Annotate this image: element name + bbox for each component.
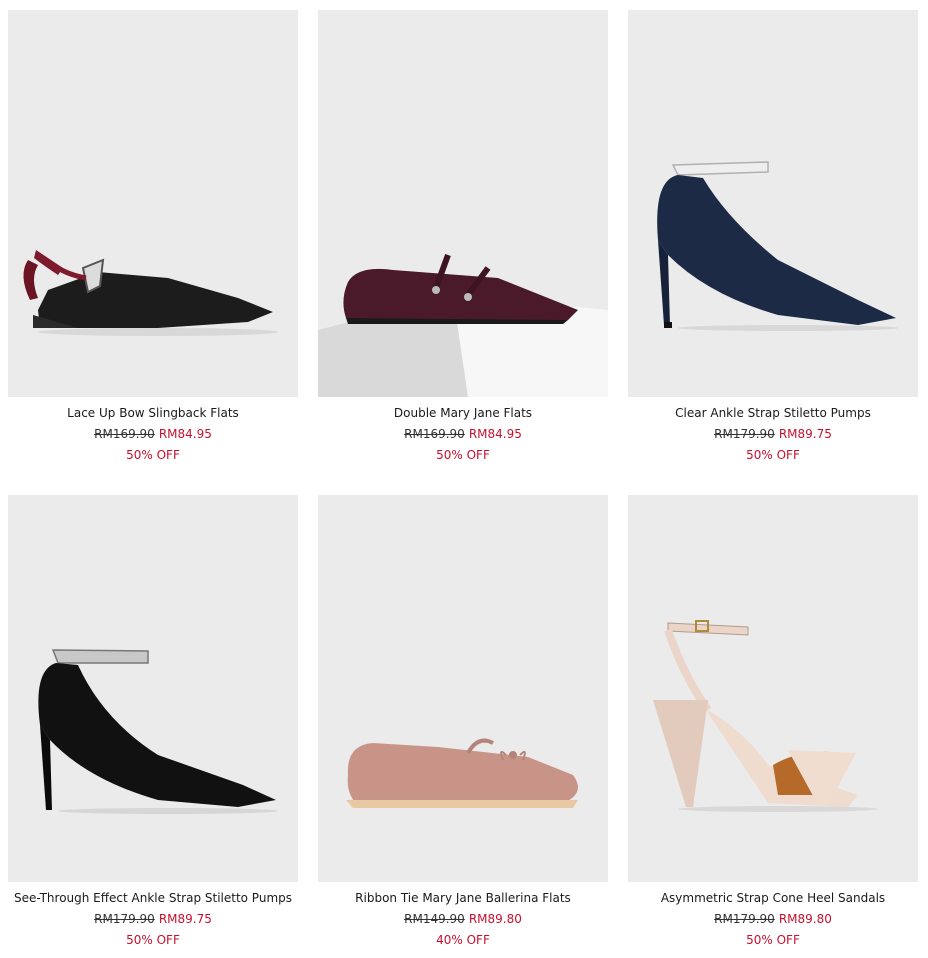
original-price: RM169.90: [404, 427, 465, 441]
discount-label: 40% OFF: [436, 933, 490, 947]
product-image[interactable]: [8, 10, 298, 397]
product-name[interactable]: Asymmetric Strap Cone Heel Sandals: [628, 891, 918, 905]
product-image[interactable]: [318, 10, 608, 397]
discount-label: 50% OFF: [436, 448, 490, 462]
sale-price: RM89.80: [468, 912, 522, 926]
discount-label: 50% OFF: [126, 933, 180, 947]
product-card[interactable]: Asymmetric Strap Cone Heel Sandals RM179…: [628, 495, 918, 947]
product-card[interactable]: Ribbon Tie Mary Jane Ballerina Flats RM1…: [318, 495, 608, 947]
sale-price: RM84.95: [158, 427, 212, 441]
product-card[interactable]: See-Through Effect Ankle Strap Stiletto …: [8, 495, 298, 947]
product-image[interactable]: [8, 495, 298, 882]
price-row: RM179.90 RM89.75: [8, 912, 298, 926]
ballerina-flat-icon: [346, 738, 578, 808]
product-image[interactable]: [628, 495, 918, 882]
product-image[interactable]: [318, 495, 608, 882]
price-row: RM179.90 RM89.75: [628, 427, 918, 441]
stiletto-pump-icon: [657, 161, 898, 331]
discount-label: 50% OFF: [126, 448, 180, 462]
sale-price: RM84.95: [468, 427, 522, 441]
price-row: RM169.90 RM84.95: [318, 427, 608, 441]
stiletto-pump-icon: [38, 649, 278, 814]
slingback-flat-icon: [23, 250, 278, 336]
product-name[interactable]: See-Through Effect Ankle Strap Stiletto …: [8, 891, 298, 905]
product-name[interactable]: Clear Ankle Strap Stiletto Pumps: [628, 406, 918, 420]
original-price: RM149.90: [404, 912, 465, 926]
discount-label: 50% OFF: [746, 933, 800, 947]
product-card[interactable]: Double Mary Jane Flats RM169.90 RM84.95 5…: [318, 10, 608, 462]
product-card[interactable]: Clear Ankle Strap Stiletto Pumps RM179.9…: [628, 10, 918, 462]
original-price: RM179.90: [94, 912, 155, 926]
product-name[interactable]: Ribbon Tie Mary Jane Ballerina Flats: [318, 891, 608, 905]
original-price: RM179.90: [714, 427, 775, 441]
product-name[interactable]: Lace Up Bow Slingback Flats: [8, 406, 298, 420]
price-row: RM179.90 RM89.80: [628, 912, 918, 926]
price-row: RM169.90 RM84.95: [8, 427, 298, 441]
sale-price: RM89.75: [158, 912, 212, 926]
mary-jane-flat-icon: [318, 253, 608, 397]
sale-price: RM89.75: [778, 427, 832, 441]
original-price: RM169.90: [94, 427, 155, 441]
original-price: RM179.90: [714, 912, 775, 926]
product-name[interactable]: Double Mary Jane Flats: [318, 406, 608, 420]
sale-price: RM89.80: [778, 912, 832, 926]
discount-label: 50% OFF: [746, 448, 800, 462]
product-image[interactable]: [628, 10, 918, 397]
product-card[interactable]: Lace Up Bow Slingback Flats RM169.90 RM84…: [8, 10, 298, 462]
cone-heel-sandal-icon: [653, 620, 878, 812]
price-row: RM149.90 RM89.80: [318, 912, 608, 926]
